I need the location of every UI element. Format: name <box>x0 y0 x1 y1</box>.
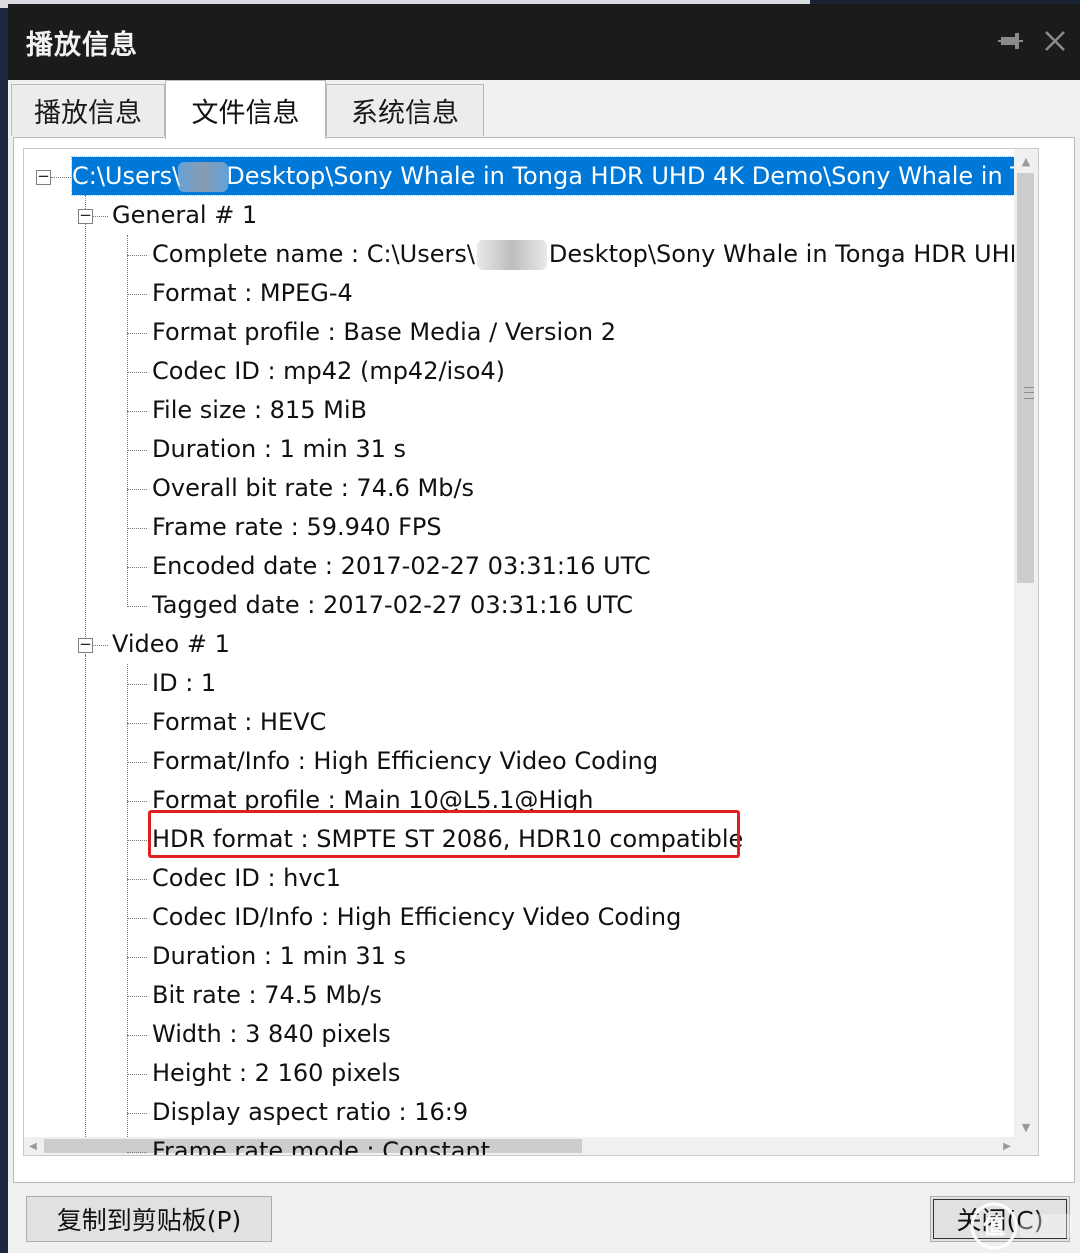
video-item[interactable]: Codec ID : hvc1 <box>152 859 341 898</box>
file-info-panel: − C:\Users\ Desktop\Sony Whale in Tonga H… <box>13 137 1075 1183</box>
tree-connector <box>127 840 147 841</box>
video-item[interactable]: Frame rate mode : Constant <box>152 1132 490 1155</box>
vertical-scroll-thumb[interactable] <box>1017 173 1034 583</box>
redacted-username <box>476 240 547 270</box>
tree-connector <box>127 489 147 490</box>
complete-name-end: Desktop\Sony Whale in Tonga HDR UHD 4K I <box>548 240 1039 268</box>
general-item[interactable]: Encoded date : 2017-02-27 03:31:16 UTC <box>152 547 651 586</box>
video-item[interactable]: Bit rate : 74.5 Mb/s <box>152 976 382 1015</box>
collapse-root-icon[interactable]: − <box>36 169 51 185</box>
tree-connector <box>127 567 147 568</box>
tab-file-info[interactable]: 文件信息 <box>165 80 326 139</box>
tree-node-video[interactable]: Video # 1 <box>112 625 230 664</box>
tree-connector <box>127 1035 147 1036</box>
tree-item-file-path[interactable]: C:\Users\ Desktop\Sony Whale in Tonga HDR… <box>71 156 1039 196</box>
collapse-video-icon[interactable]: − <box>78 637 93 653</box>
file-path-start: C:\Users\ <box>72 162 181 190</box>
hdr-format-highlight-box <box>148 810 740 858</box>
tree-connector <box>127 801 147 802</box>
title-bar[interactable]: 播放信息 <box>8 4 1080 80</box>
tree-item-complete-name[interactable]: Complete name : C:\Users\ Desktop\Sony Wh… <box>152 235 1039 274</box>
media-info-tree[interactable]: − C:\Users\ Desktop\Sony Whale in Tonga H… <box>23 148 1039 1156</box>
tree-connector <box>93 216 108 217</box>
complete-name-start: Complete name : C:\Users\ <box>152 240 475 268</box>
window-title: 播放信息 <box>26 30 138 61</box>
video-item[interactable]: ID : 1 <box>152 664 216 703</box>
tree-connector <box>85 195 86 655</box>
tree-connector <box>127 294 147 295</box>
playback-info-dialog: 播放信息 播放信息 文件信息 系统信息 − C:\Users\ Desktop\S… <box>8 4 1080 1253</box>
tree-connector <box>127 255 147 256</box>
general-item[interactable]: Overall bit rate : 74.6 Mb/s <box>152 469 474 508</box>
tree-connector <box>127 996 147 997</box>
tree-connector <box>127 528 147 529</box>
grip-icon <box>1024 387 1034 399</box>
video-item[interactable]: Format/Info : High Efficiency Video Codi… <box>152 742 658 781</box>
general-item[interactable]: Format profile : Base Media / Version 2 <box>152 313 616 352</box>
general-item[interactable]: Tagged date : 2017-02-27 03:31:16 UTC <box>152 586 633 625</box>
tree-connector <box>85 655 86 1155</box>
video-item[interactable]: Display aspect ratio : 16:9 <box>152 1093 468 1132</box>
close-icon[interactable] <box>1038 24 1072 58</box>
tree-connector <box>127 918 147 919</box>
vertical-scrollbar[interactable]: ▲ ▼ <box>1014 149 1038 1139</box>
tree-connector <box>127 957 147 958</box>
tree-connector <box>127 1074 147 1075</box>
video-item[interactable]: Codec ID/Info : High Efficiency Video Co… <box>152 898 681 937</box>
tab-system-info[interactable]: 系统信息 <box>326 84 484 136</box>
tree-connector <box>127 235 128 607</box>
tree-connector <box>51 177 71 178</box>
pin-icon[interactable] <box>994 24 1028 58</box>
svg-text:值: 值 <box>983 1214 1005 1240</box>
tree-connector <box>127 723 147 724</box>
video-item[interactable]: Height : 2 160 pixels <box>152 1054 400 1093</box>
tree-connector <box>127 450 147 451</box>
tree-connector <box>127 333 147 334</box>
tree-connector <box>127 762 147 763</box>
collapse-general-icon[interactable]: − <box>78 208 93 224</box>
video-item[interactable]: Width : 3 840 pixels <box>152 1015 391 1054</box>
general-item[interactable]: Duration : 1 min 31 s <box>152 430 406 469</box>
tree-connector <box>127 1152 147 1153</box>
tree-connector <box>127 879 147 880</box>
tree-connector <box>93 645 108 646</box>
tree-node-general[interactable]: General # 1 <box>112 196 257 235</box>
scroll-down-icon[interactable]: ▼ <box>1014 1115 1038 1139</box>
video-item[interactable]: Duration : 1 min 31 s <box>152 937 406 976</box>
tree-connector <box>127 411 147 412</box>
tree-connector <box>127 606 147 607</box>
redacted-username <box>178 162 229 192</box>
tree-connector <box>127 1113 147 1114</box>
file-path-end: Desktop\Sony Whale in Tonga HDR UHD 4K D… <box>226 162 1039 190</box>
general-item[interactable]: Frame rate : 59.940 FPS <box>152 508 442 547</box>
scrollbar-corner <box>1014 1137 1038 1155</box>
general-item[interactable]: File size : 815 MiB <box>152 391 367 430</box>
scroll-up-icon[interactable]: ▲ <box>1014 149 1038 173</box>
general-item[interactable]: Codec ID : mp42 (mp42/iso4) <box>152 352 505 391</box>
tab-playback-info[interactable]: 播放信息 <box>11 84 165 136</box>
general-item[interactable]: Format : MPEG-4 <box>152 274 353 313</box>
tab-strip: 播放信息 文件信息 系统信息 <box>8 80 1080 139</box>
video-item[interactable]: Format : HEVC <box>152 703 326 742</box>
tree-connector <box>127 372 147 373</box>
copy-to-clipboard-button[interactable]: 复制到剪贴板(P) <box>26 1196 272 1242</box>
site-watermark-logo: 值 <box>970 1202 1072 1250</box>
scroll-left-icon[interactable]: ◀ <box>24 1137 42 1155</box>
tree-connector <box>127 684 147 685</box>
tree-connector <box>127 664 128 1155</box>
